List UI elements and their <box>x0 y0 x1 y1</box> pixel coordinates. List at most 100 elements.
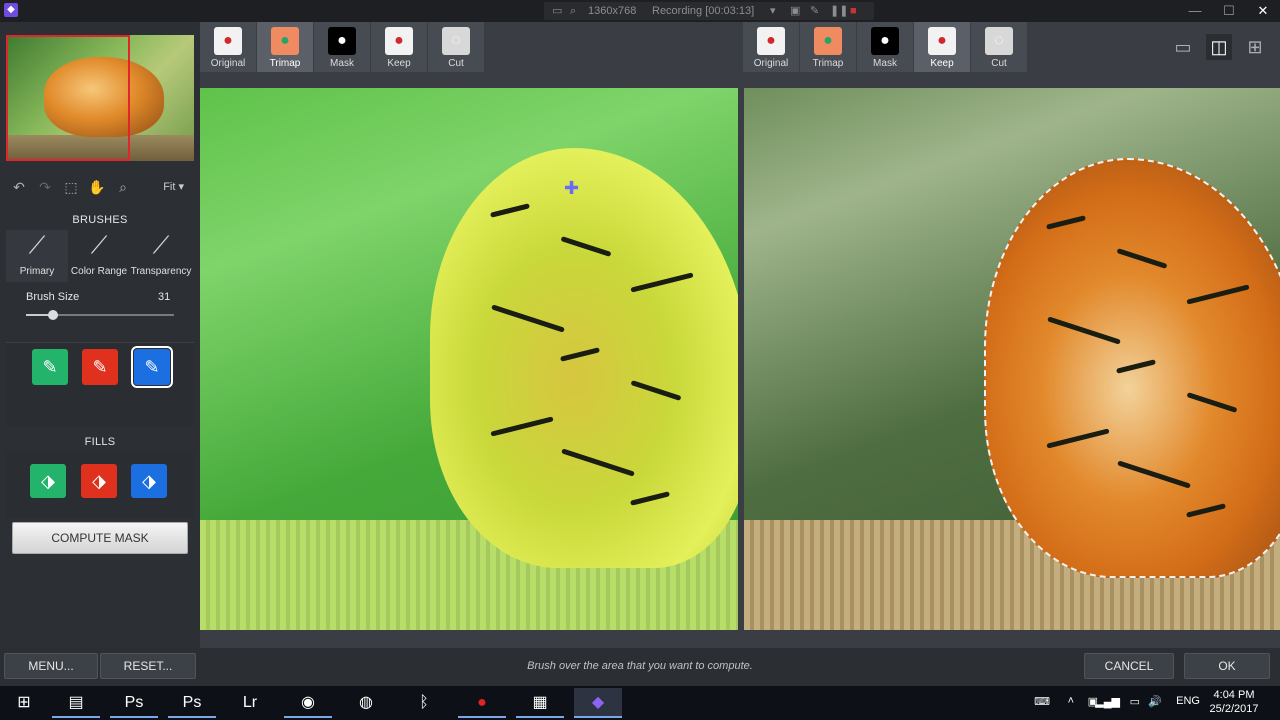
tab-label: Mask <box>873 58 897 69</box>
lightroom-icon[interactable]: Lr <box>226 688 274 718</box>
brush-label: Primary <box>19 266 55 277</box>
tiger-stripe <box>1116 248 1168 269</box>
dropdown-icon[interactable]: ▾ <box>770 2 776 20</box>
keep-view-icon: ● <box>928 27 956 55</box>
record-icon[interactable]: ● <box>458 688 506 718</box>
file-explorer-icon[interactable]: ▤ <box>52 688 100 718</box>
language-indicator[interactable]: ENG <box>1176 695 1200 707</box>
slider-knob[interactable] <box>47 310 58 320</box>
photoshop-icon[interactable]: Ps <box>110 688 158 718</box>
keyboard-icon[interactable]: ⌨ <box>1034 695 1050 708</box>
title-bar: ◆ ▭ ⌕ 1360x768 Recording [00:03:13] ▾ ▣ … <box>0 0 1280 22</box>
brush-color-range[interactable]: ⟋ Color Range <box>68 230 130 282</box>
window-controls: — ☐ ✕ <box>1178 0 1280 22</box>
tiger-stripe <box>1115 359 1157 374</box>
zoom-icon[interactable]: ⌕ <box>110 177 136 197</box>
bottom-bar: MENU... RESET... Brush over the area tha… <box>0 648 1280 686</box>
volume-icon[interactable]: 🔊 <box>1148 695 1162 708</box>
tab-label: Original <box>753 58 789 69</box>
windows-start-icon[interactable]: ⊞ <box>0 688 48 718</box>
tab-trimap[interactable]: ● Trimap <box>800 22 857 72</box>
maximize-button[interactable]: ☐ <box>1212 0 1246 22</box>
undo-icon[interactable]: ↶ <box>6 177 32 197</box>
split-view-icon[interactable]: ◫ <box>1206 34 1232 60</box>
tiger-stripe <box>1047 316 1121 345</box>
tab-label: Trimap <box>812 58 844 69</box>
app-window: ◆ ▭ ⌕ 1360x768 Recording [00:03:13] ▾ ▣ … <box>0 0 1280 720</box>
photoshop-icon[interactable]: Ps <box>168 688 216 718</box>
compute-fill-button[interactable]: ⬗ <box>131 464 167 498</box>
tab-cut[interactable]: ◌ Cut <box>971 22 1028 72</box>
tab-mask[interactable]: ● Mask <box>314 22 371 72</box>
pen-icon[interactable]: ✎ <box>810 2 819 20</box>
tab-trimap[interactable]: ● Trimap <box>257 22 314 72</box>
cut-fill-button[interactable]: ⬗ <box>81 464 117 498</box>
right-view-tabs: ● Original ● Trimap ● Mask ● Keep ◌ Cut <box>743 22 1028 72</box>
tiger-stripe <box>1046 428 1110 449</box>
screen-icon: ▭ <box>552 5 563 17</box>
signal-icon[interactable]: ▂▄▆ <box>1095 695 1120 708</box>
tiger-stripe <box>561 448 635 477</box>
zoom-select[interactable]: Fit ▾ <box>163 177 184 197</box>
brush-mode-box: ✎ ✎ ✎ <box>6 342 194 426</box>
zoom-select-label: Fit <box>163 181 176 193</box>
app-logo-icon: ◆ <box>4 3 18 17</box>
tab-keep[interactable]: ● Keep <box>371 22 428 72</box>
keep-view-icon: ● <box>385 27 413 55</box>
keep-fill-button[interactable]: ⬗ <box>30 464 66 498</box>
original-view-icon: ● <box>214 27 242 55</box>
tab-mask[interactable]: ● Mask <box>857 22 914 72</box>
tab-label: Trimap <box>269 58 301 69</box>
compute-brush-button[interactable]: ✎ <box>131 346 173 388</box>
tiger-stripe <box>1185 503 1227 518</box>
cut-brush-button[interactable]: ✎ <box>82 349 118 385</box>
fills-box: ⬗ ⬗ ⬗ <box>6 452 194 518</box>
tiger-stripe <box>491 304 565 333</box>
battery-icon[interactable]: ▭ <box>1130 695 1140 708</box>
navigator-thumbnail[interactable] <box>6 35 194 161</box>
cancel-button[interactable]: CANCEL <box>1084 653 1174 679</box>
hand-icon[interactable]: ✋ <box>84 177 110 197</box>
brush-size-value: 31 <box>158 291 171 303</box>
chevron-up-icon[interactable]: ˄ <box>1068 695 1074 707</box>
brush-primary[interactable]: ⟋ Primary <box>6 230 68 282</box>
keep-brush-button[interactable]: ✎ <box>32 349 68 385</box>
tab-label: Cut <box>448 58 464 69</box>
tiger-stripe <box>559 347 601 362</box>
mask-view-icon: ● <box>328 27 356 55</box>
brush-transparency[interactable]: ⟋ Transparency <box>130 230 192 282</box>
stop-icon[interactable]: ■ <box>850 2 857 20</box>
original-view-icon: ● <box>757 27 785 55</box>
brush-size-slider[interactable] <box>26 310 174 320</box>
video-icon[interactable]: ▦ <box>516 688 564 718</box>
tab-cut[interactable]: ◌ Cut <box>428 22 485 72</box>
internet-download-icon[interactable]: ◍ <box>342 688 390 718</box>
tab-original[interactable]: ● Original <box>743 22 800 72</box>
close-button[interactable]: ✕ <box>1246 0 1280 22</box>
search-icon: ⌕ <box>570 5 577 17</box>
mask-view-icon: ● <box>871 27 899 55</box>
tab-keep[interactable]: ● Keep <box>914 22 971 72</box>
tab-label: Mask <box>330 58 354 69</box>
single-view-icon[interactable]: ▭ <box>1170 34 1196 60</box>
camera-icon[interactable]: ▣ <box>790 2 800 20</box>
tiger-stripe <box>1117 460 1191 489</box>
bluetooth-icon[interactable]: ᛒ <box>400 688 448 718</box>
clock[interactable]: 4:04 PM 25/2/2017 <box>1204 688 1264 716</box>
tab-label: Original <box>210 58 246 69</box>
tab-original[interactable]: ● Original <box>200 22 257 72</box>
keep-preview-canvas[interactable] <box>744 88 1280 630</box>
redo-icon[interactable]: ↷ <box>32 177 58 197</box>
compute-mask-button[interactable]: COMPUTE MASK <box>12 522 188 554</box>
chrome-icon[interactable]: ◉ <box>284 688 332 718</box>
cut-view-icon: ◌ <box>985 27 1013 55</box>
selection-icon[interactable]: ⬚ <box>58 177 84 197</box>
quad-view-icon[interactable]: ⊞ <box>1242 34 1268 60</box>
minimize-button[interactable]: — <box>1178 0 1212 22</box>
viewport-rectangle[interactable] <box>6 35 130 161</box>
trimap-canvas[interactable]: ✚ <box>200 88 738 630</box>
ok-button[interactable]: OK <box>1184 653 1270 679</box>
pause-icon[interactable]: ❚❚ <box>830 2 848 20</box>
app-icon[interactable]: ◆ <box>574 688 622 718</box>
left-panel: ↶ ↷ ⬚ ✋ ⌕ Fit ▾ BRUSHES ⟋ Primary ⟋ Colo… <box>0 22 200 648</box>
